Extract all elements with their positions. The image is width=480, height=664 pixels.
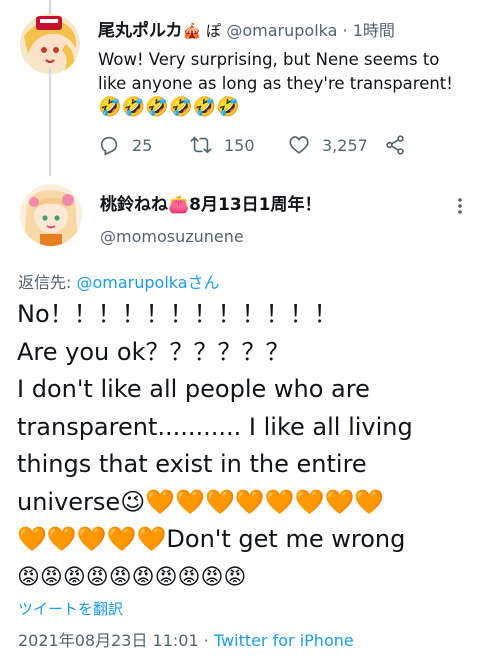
retweet-button[interactable]: 150 bbox=[190, 134, 255, 156]
tweet-header: 尾丸ポルカ🎪 ぽ @omarupolka · 1時間 bbox=[98, 20, 395, 42]
reply-icon bbox=[100, 136, 118, 156]
heart-icon bbox=[289, 136, 309, 154]
action-bar: 25 150 3,257 bbox=[98, 134, 438, 160]
replying-to: 返信先: @omarupolkaさん bbox=[18, 272, 220, 294]
tweet-text: Wow! Very surprising, but Nene seems to … bbox=[98, 50, 453, 93]
source-link[interactable]: Twitter for iPhone bbox=[214, 631, 354, 650]
handle[interactable]: @momosuzunene bbox=[100, 226, 244, 248]
tweet-line: I don't like all people who are bbox=[17, 375, 370, 403]
replying-prefix: 返信先: bbox=[18, 273, 77, 292]
avatar[interactable] bbox=[20, 184, 82, 246]
tweet-line: 🧡🧡🧡🧡🧡Don't get me wrong bbox=[17, 525, 406, 553]
tweet-line: things that exist in the entire bbox=[17, 450, 367, 478]
more-options-button[interactable] bbox=[450, 196, 470, 216]
handle[interactable]: @omarupolka bbox=[226, 21, 337, 40]
timestamp[interactable]: 2021年08月23日 11:01 bbox=[18, 631, 199, 650]
tweet-line: No！！！！！！！！！！！！ bbox=[17, 300, 338, 328]
tweet-line: universe😉🧡🧡🧡🧡🧡🧡🧡🧡 bbox=[17, 487, 385, 516]
like-count: 3,257 bbox=[322, 135, 368, 155]
retweet-count: 150 bbox=[224, 135, 255, 155]
separator: · bbox=[337, 21, 353, 40]
tweet-text: No！！！！！！！！！！！！ Are you ok？？？？？？ I don't … bbox=[17, 296, 467, 596]
retweet-icon bbox=[190, 136, 212, 154]
tweet-line: transparent........... I like all living bbox=[17, 412, 413, 441]
reply-button[interactable]: 25 bbox=[98, 134, 152, 156]
tweet-line: 😡😡😡😡😡😡😡😡😡😡 bbox=[17, 564, 247, 590]
more-icon bbox=[458, 198, 462, 214]
tweet-emoji-line: 🤣🤣🤣🤣🤣🤣 bbox=[98, 96, 240, 118]
tweet-line: Are you ok？？？？？？ bbox=[17, 337, 290, 366]
translate-tweet-link[interactable]: ツイートを翻訳 bbox=[18, 598, 123, 620]
display-name[interactable]: 尾丸ポルカ bbox=[98, 21, 183, 41]
avatar[interactable] bbox=[20, 14, 80, 74]
like-button[interactable]: 3,257 bbox=[288, 134, 368, 156]
share-icon bbox=[386, 135, 404, 155]
separator: · bbox=[198, 631, 214, 650]
parent-tweet[interactable]: 尾丸ポルカ🎪 ぽ @omarupolka · 1時間 Wow! Very sur… bbox=[0, 0, 480, 176]
name-badges: 🎪 ぽ bbox=[182, 22, 221, 40]
display-name[interactable]: 桃鈴ねね👛8月13日1周年！ bbox=[100, 194, 321, 216]
replying-to-link[interactable]: @omarupolkaさん bbox=[76, 273, 219, 292]
reply-count: 25 bbox=[132, 135, 153, 155]
tweet-meta: 2021年08月23日 11:01 · Twitter for iPhone bbox=[18, 630, 354, 652]
timestamp[interactable]: 1時間 bbox=[353, 21, 395, 40]
share-button[interactable] bbox=[384, 134, 418, 156]
thread-line bbox=[49, 68, 51, 176]
